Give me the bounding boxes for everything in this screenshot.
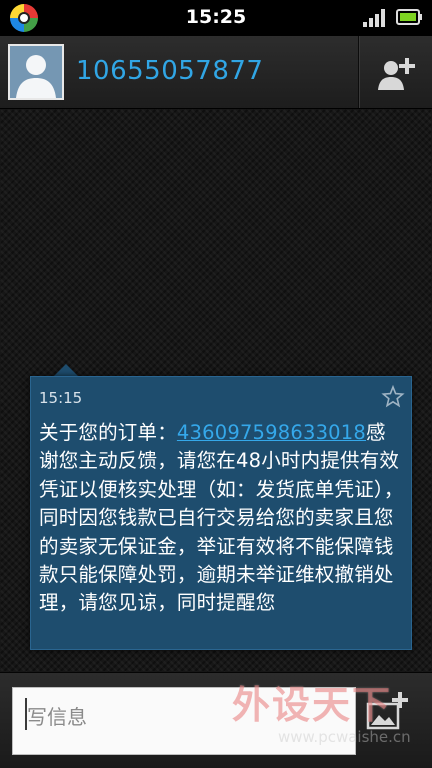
message-time: 15:15 [39,389,83,407]
add-contact-icon [378,58,415,90]
contact-avatar[interactable] [8,44,64,100]
attach-image-icon [366,692,408,730]
message-compose-input[interactable]: 写信息 [12,687,356,755]
compose-placeholder: 写信息 [27,705,87,729]
status-bar: 15:25 [0,0,432,36]
message-text-prefix: 关于您的订单： [39,421,177,444]
sms-conversation-screen: 15:25 10655057877 15:15 关于您的订单：436097598… [0,0,432,768]
message-text: 关于您的订单：436097598633018感谢您主动反馈，请您在48小时内提供… [39,419,405,618]
contact-number: 10655057877 [76,56,264,86]
star-icon[interactable] [381,385,405,409]
add-contact-button[interactable] [358,36,432,108]
attach-image-button[interactable] [364,688,418,740]
signal-strength-icon [363,9,385,27]
message-text-body: 感谢您主动反馈，请您在48小时内提供有效凭证以便核实处理（如：发货底单凭证），同… [39,421,404,615]
order-number-link[interactable]: 436097598633018 [177,421,366,444]
message-bubble-tail [54,364,78,376]
message-bubble[interactable]: 15:15 关于您的订单：436097598633018感谢您主动反馈，请您在4… [30,376,412,650]
person-silhouette-icon [10,46,62,98]
battery-icon [396,9,422,25]
conversation-header: 10655057877 [0,36,432,109]
